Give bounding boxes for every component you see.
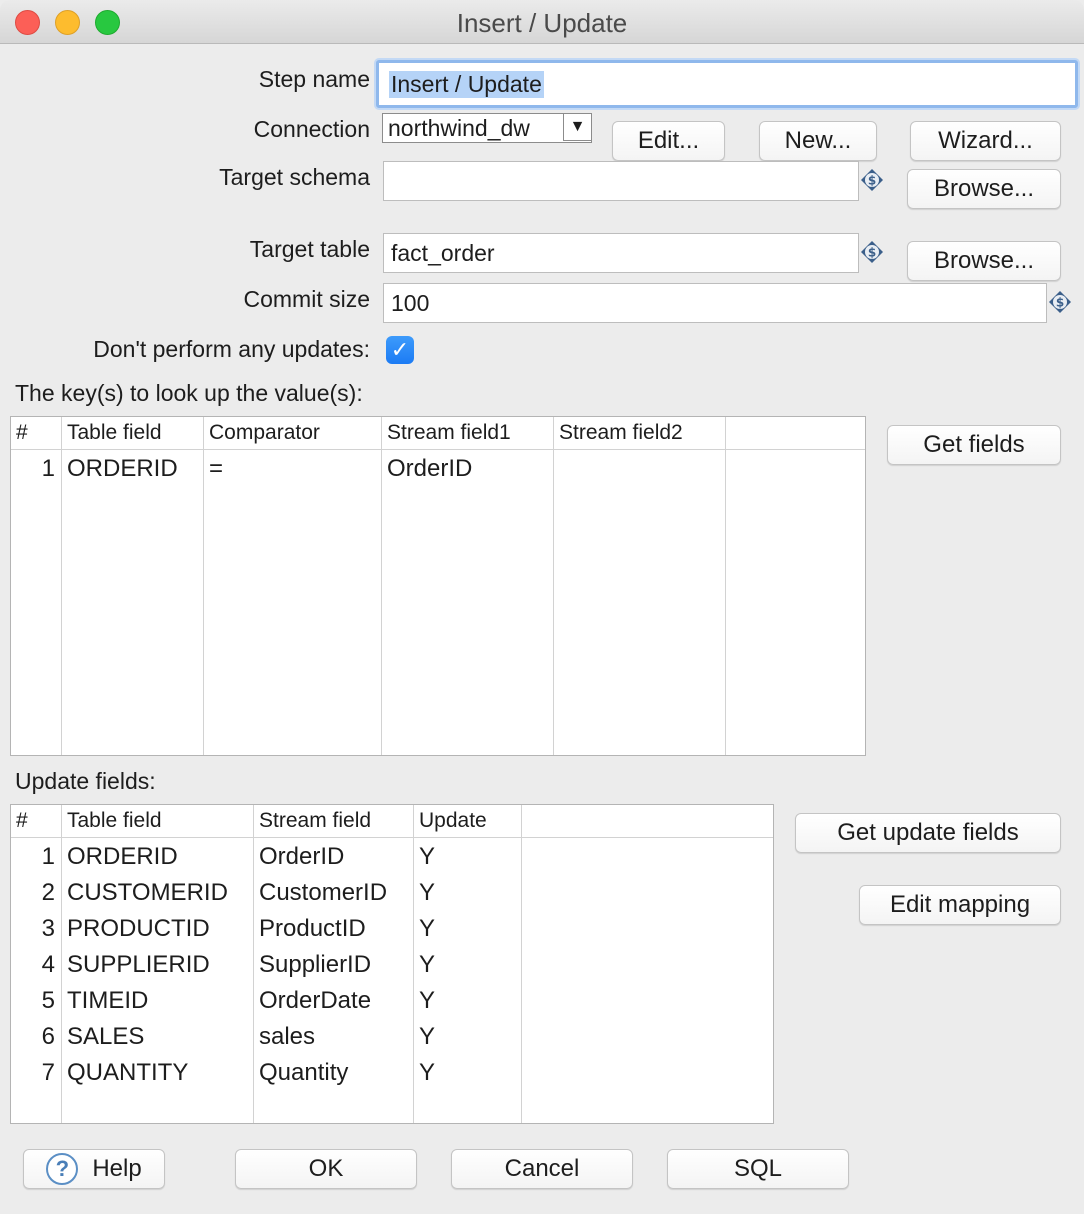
row-number: 3: [41, 915, 55, 942]
table-field-cell[interactable]: ORDERID: [62, 843, 178, 871]
keys-col-table-field[interactable]: Table field: [62, 417, 204, 450]
chevron-down-icon[interactable]: ▼: [563, 113, 592, 141]
row-number: 7: [41, 1059, 55, 1086]
get-fields-button[interactable]: Get fields: [887, 425, 1061, 465]
browse-schema-button[interactable]: Browse...: [907, 169, 1061, 209]
update-flag-cell[interactable]: Y: [414, 987, 435, 1015]
update-flag-cell[interactable]: Y: [414, 915, 435, 943]
stream-field-cell[interactable]: SupplierID: [254, 951, 371, 979]
table-field-cell[interactable]: ORDERID: [62, 455, 178, 483]
keys-col-stream-field2[interactable]: Stream field2: [554, 417, 726, 450]
update-flag-cell[interactable]: Y: [414, 1023, 435, 1051]
stream-field-cell[interactable]: ProductID: [254, 915, 366, 943]
comparator-cell[interactable]: =: [204, 455, 223, 483]
keys-table-header: # Table field Comparator Stream field1 S…: [11, 417, 865, 450]
commit-size-input[interactable]: 100: [383, 283, 1047, 323]
update-flag-cell[interactable]: Y: [414, 951, 435, 979]
update-col-table-field[interactable]: Table field: [62, 805, 254, 838]
svg-text:$: $: [868, 246, 876, 260]
stream-field1-cell[interactable]: OrderID: [382, 455, 472, 483]
ok-button[interactable]: OK: [235, 1149, 417, 1189]
keys-col-stream-field1[interactable]: Stream field1: [382, 417, 554, 450]
keys-table[interactable]: # Table field Comparator Stream field1 S…: [10, 416, 866, 756]
update-flag-cell[interactable]: Y: [414, 843, 435, 871]
table-field-cell[interactable]: SALES: [62, 1023, 144, 1051]
update-table[interactable]: # Table field Stream field Update 1 ORDE…: [10, 804, 774, 1124]
cancel-button[interactable]: Cancel: [451, 1149, 633, 1189]
stream-field-cell[interactable]: sales: [254, 1023, 315, 1051]
edit-mapping-button[interactable]: Edit mapping: [859, 885, 1061, 925]
wizard-button[interactable]: Wizard...: [910, 121, 1061, 161]
stream-field-cell[interactable]: CustomerID: [254, 879, 387, 907]
table-field-cell[interactable]: SUPPLIERID: [62, 951, 210, 979]
get-update-fields-button[interactable]: Get update fields: [795, 813, 1061, 853]
stream-field-cell[interactable]: OrderDate: [254, 987, 371, 1015]
target-table-input[interactable]: fact_order: [383, 233, 859, 273]
update-col-update[interactable]: Update: [414, 805, 522, 838]
sql-button[interactable]: SQL: [667, 1149, 849, 1189]
row-number: 1: [41, 455, 55, 482]
update-col-stream-field[interactable]: Stream field: [254, 805, 414, 838]
connection-label: Connection: [253, 116, 370, 142]
connection-select[interactable]: northwind_dw: [382, 113, 592, 143]
svg-text:$: $: [868, 174, 876, 188]
window-title: Insert / Update: [456, 8, 628, 38]
row-number: 5: [41, 987, 55, 1014]
table-field-cell[interactable]: QUANTITY: [62, 1059, 188, 1087]
target-schema-label: Target schema: [219, 164, 370, 190]
variable-icon[interactable]: $: [1048, 290, 1072, 314]
update-section-title: Update fields:: [15, 768, 156, 794]
variable-icon[interactable]: $: [860, 168, 884, 192]
title-bar: Insert / Update: [0, 0, 1084, 44]
target-schema-input[interactable]: [383, 161, 859, 201]
stream-field-cell[interactable]: OrderID: [254, 843, 344, 871]
no-updates-checkbox[interactable]: ✓: [386, 336, 414, 364]
table-field-cell[interactable]: PRODUCTID: [62, 915, 210, 943]
help-button-label: Help: [92, 1155, 142, 1182]
table-field-cell[interactable]: CUSTOMERID: [62, 879, 228, 907]
row-number: 2: [41, 879, 55, 906]
step-name-label: Step name: [258, 66, 370, 92]
stream-field-cell[interactable]: Quantity: [254, 1059, 348, 1087]
update-table-header: # Table field Stream field Update: [11, 805, 773, 838]
new-connection-button[interactable]: New...: [759, 121, 877, 161]
commit-size-label: Commit size: [243, 286, 370, 312]
variable-icon[interactable]: $: [860, 240, 884, 264]
update-col-num[interactable]: #: [11, 805, 62, 838]
update-flag-cell[interactable]: Y: [414, 879, 435, 907]
row-number: 1: [41, 843, 55, 870]
step-name-input[interactable]: Insert / Update: [376, 60, 1078, 108]
row-number: 6: [41, 1023, 55, 1050]
table-field-cell[interactable]: TIMEID: [62, 987, 148, 1015]
help-button[interactable]: ? Help: [23, 1149, 165, 1189]
help-icon: ?: [46, 1153, 79, 1185]
step-name-value: Insert / Update: [389, 70, 544, 98]
row-number: 4: [41, 951, 55, 978]
target-table-label: Target table: [249, 236, 370, 262]
browse-table-button[interactable]: Browse...: [907, 241, 1061, 281]
svg-text:$: $: [1056, 296, 1064, 310]
keys-col-num[interactable]: #: [11, 417, 62, 450]
connection-value: northwind_dw: [388, 114, 530, 141]
edit-connection-button[interactable]: Edit...: [612, 121, 725, 161]
update-flag-cell[interactable]: Y: [414, 1059, 435, 1087]
checkmark-icon: ✓: [390, 337, 410, 362]
no-updates-label: Don't perform any updates:: [93, 336, 370, 362]
keys-col-comparator[interactable]: Comparator: [204, 417, 382, 450]
keys-section-title: The key(s) to look up the value(s):: [15, 380, 363, 406]
